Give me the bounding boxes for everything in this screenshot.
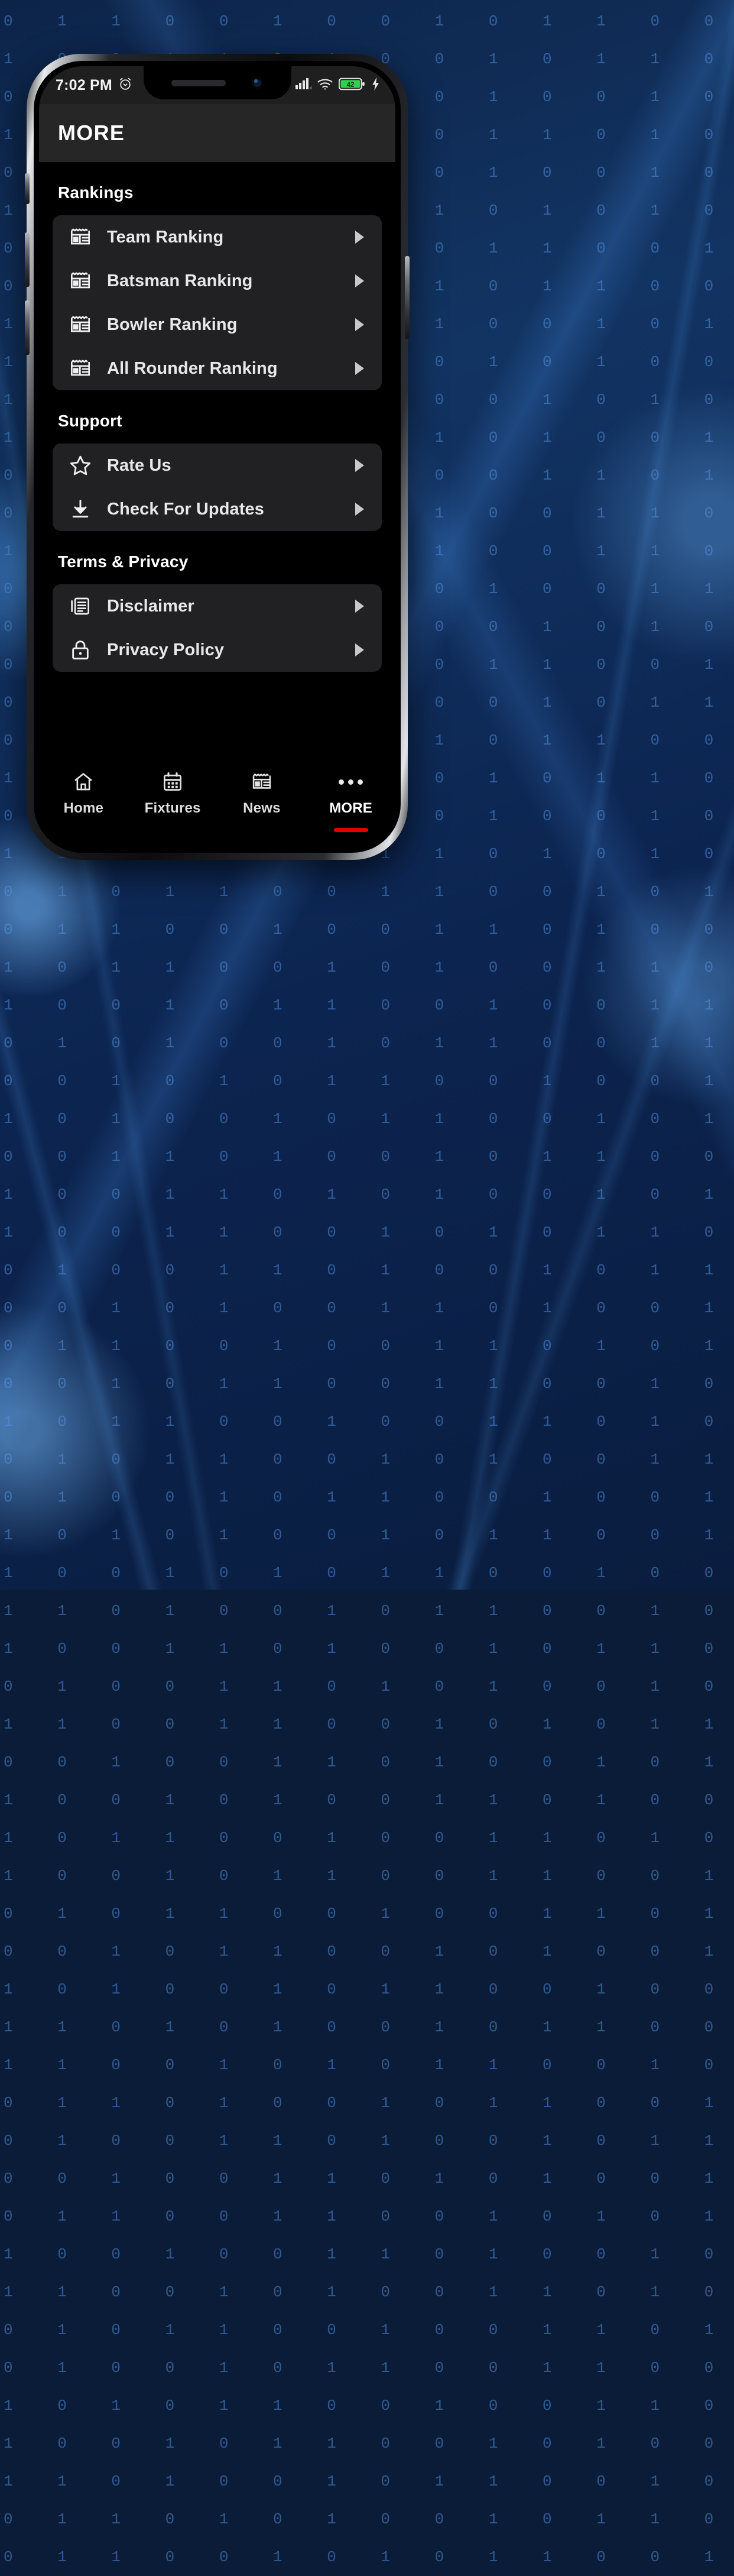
support-card: Rate Us Check For Updates: [53, 444, 382, 531]
volume-down-button[interactable]: [25, 300, 30, 355]
calendar-icon: [161, 769, 184, 794]
list-item-label: Disclaimer: [107, 597, 194, 616]
nav-tab-more[interactable]: MORE: [306, 769, 395, 832]
app-bar: MORE: [39, 104, 395, 162]
display-notch: [144, 66, 291, 99]
battery-icon: 42: [339, 77, 366, 94]
list-item-team-ranking[interactable]: Team Ranking: [53, 215, 382, 259]
newspaper-icon: [251, 769, 273, 794]
download-icon: [67, 496, 94, 523]
list-item-label: Bowler Ranking: [107, 315, 238, 335]
active-tab-indicator: [334, 828, 368, 832]
list-item-label: Check For Updates: [107, 500, 264, 519]
chevron-right-icon: [355, 362, 364, 375]
list-item-label: All Rounder Ranking: [107, 359, 278, 378]
nav-tab-home[interactable]: Home: [39, 769, 128, 817]
chevron-right-icon: [355, 503, 364, 516]
wifi-icon: [317, 77, 333, 93]
chevron-right-icon: [355, 231, 364, 244]
list-item-batsman-ranking[interactable]: Batsman Ranking: [53, 259, 382, 303]
chevron-right-icon: [355, 600, 364, 613]
article-ranking-icon: [67, 355, 94, 382]
home-icon: [72, 769, 95, 794]
nav-tab-label: Fixtures: [145, 800, 201, 817]
nav-tab-news[interactable]: News: [217, 769, 307, 817]
list-item-all-rounder-ranking[interactable]: All Rounder Ranking: [53, 347, 382, 390]
document-text-icon: [67, 593, 94, 620]
section-heading-rankings: Rankings: [39, 162, 395, 215]
ellipsis-icon: [339, 769, 363, 794]
nav-tab-label: News: [243, 800, 281, 817]
list-item-privacy-policy[interactable]: Privacy Policy: [53, 628, 382, 672]
list-item-label: Batsman Ranking: [107, 271, 252, 291]
svg-text:ıl: ıl: [310, 86, 311, 90]
front-camera: [252, 77, 263, 89]
list-item-label: Rate Us: [107, 456, 171, 475]
list-item-disclaimer[interactable]: Disclaimer: [53, 584, 382, 628]
chevron-right-icon: [355, 274, 364, 287]
battery-percent-label: 42: [347, 82, 355, 89]
status-bar-right: ıl: [295, 77, 380, 94]
list-item-bowler-ranking[interactable]: Bowler Ranking: [53, 303, 382, 347]
bottom-navigation-bar: Home: [39, 759, 395, 847]
silent-switch[interactable]: [25, 173, 30, 204]
alarm-clock-icon: [118, 76, 133, 95]
phone-bezel: 7:02 PM: [34, 61, 401, 853]
phone-mockup: 7:02 PM: [27, 54, 408, 860]
chevron-right-icon: [355, 318, 364, 331]
cellular-signal-icon: ıl: [295, 77, 311, 93]
lock-icon: [67, 636, 94, 664]
volume-up-button[interactable]: [25, 232, 30, 287]
list-item-rate-us[interactable]: Rate Us: [53, 444, 382, 487]
chevron-right-icon: [355, 643, 364, 656]
nav-tab-label: Home: [64, 800, 103, 817]
status-bar-clock: 7:02 PM: [56, 77, 112, 94]
chevron-right-icon: [355, 459, 364, 472]
terms-privacy-card: Disclaimer Privacy Policy: [53, 584, 382, 672]
phone-screen: 7:02 PM: [39, 66, 395, 847]
list-item-label: Privacy Policy: [107, 640, 224, 660]
article-ranking-icon: [67, 267, 94, 295]
list-item-label: Team Ranking: [107, 228, 223, 247]
power-button[interactable]: [405, 256, 410, 339]
nav-tab-label: MORE: [329, 800, 372, 817]
article-ranking-icon: [67, 224, 94, 251]
article-ranking-icon: [67, 311, 94, 338]
nav-tab-fixtures[interactable]: Fixtures: [128, 769, 217, 817]
earpiece-speaker: [171, 80, 226, 86]
list-item-check-for-updates[interactable]: Check For Updates: [53, 487, 382, 531]
status-bar-left: 7:02 PM: [56, 76, 133, 95]
rankings-card: Team Ranking: [53, 215, 382, 390]
section-heading-terms-privacy: Terms & Privacy: [39, 531, 395, 584]
more-screen-content[interactable]: Rankings: [39, 162, 395, 847]
charging-bolt-icon: [371, 77, 380, 94]
page-title: MORE: [58, 121, 125, 145]
star-outline-icon: [67, 452, 94, 479]
section-heading-support: Support: [39, 390, 395, 444]
